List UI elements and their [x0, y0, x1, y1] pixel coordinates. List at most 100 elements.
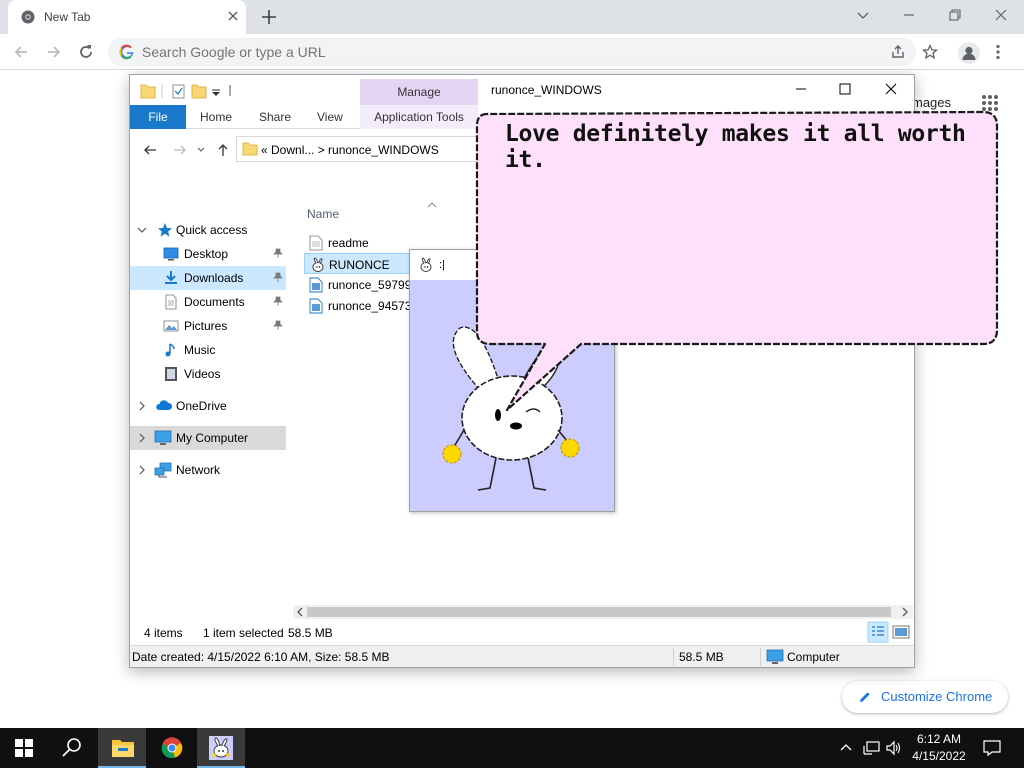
column-header-name[interactable]: Name	[307, 207, 339, 221]
new-tab-button[interactable]	[260, 8, 278, 26]
windows-logo-icon	[15, 739, 33, 757]
start-button[interactable]	[0, 728, 48, 768]
expand-chevron-icon[interactable]	[137, 465, 147, 475]
google-g-icon	[119, 44, 135, 60]
taskbar-runonce[interactable]	[197, 728, 245, 768]
image-file-icon	[309, 298, 323, 314]
chrome-icon	[161, 737, 183, 759]
nav-label: Videos	[184, 367, 221, 381]
pin-icon[interactable]	[273, 248, 283, 258]
expand-chevron-icon[interactable]	[137, 401, 147, 411]
pin-icon[interactable]	[273, 272, 283, 282]
minimize-icon[interactable]	[902, 8, 916, 22]
nav-label: My Computer	[176, 431, 249, 445]
nav-label: Quick access	[176, 223, 248, 237]
file-name: RUNONCE	[329, 258, 390, 272]
tab-application-tools[interactable]: Application Tools	[360, 105, 478, 129]
tab-share[interactable]: Share	[259, 105, 291, 129]
file-name: readme	[328, 236, 369, 250]
computer-icon	[766, 649, 784, 665]
nav-onedrive[interactable]: OneDrive	[130, 394, 286, 418]
profile-avatar-icon[interactable]	[958, 42, 980, 64]
horizontal-scrollbar[interactable]	[293, 605, 913, 619]
bunny-app-icon	[418, 257, 434, 273]
tab-view[interactable]: View	[317, 105, 343, 129]
tab-file[interactable]: File	[130, 105, 186, 129]
up-folder-icon[interactable]	[215, 142, 231, 158]
explorer-minimize-icon[interactable]	[794, 82, 808, 96]
breadcrumb[interactable]: « Downl... > runonce_WINDOWS	[261, 143, 439, 157]
explorer-maximize-icon[interactable]	[838, 82, 852, 96]
nav-network[interactable]: Network	[130, 458, 286, 482]
nav-label: Pictures	[184, 319, 228, 333]
explorer-back-icon[interactable]	[142, 142, 158, 158]
pin-icon[interactable]	[273, 296, 283, 306]
nav-my-computer[interactable]: My Computer	[130, 426, 286, 450]
navigation-pane: Quick access Desktop Downloads Documents…	[130, 210, 292, 610]
omnibox[interactable]	[108, 38, 916, 66]
explorer-window-title: runonce_WINDOWS	[491, 83, 602, 97]
nav-label: Documents	[184, 295, 245, 309]
volume-icon[interactable]	[885, 740, 903, 756]
scroll-left-icon[interactable]	[296, 607, 304, 617]
pin-icon[interactable]	[273, 320, 283, 330]
taskbar-chrome[interactable]	[148, 728, 196, 768]
file-name: runonce_59799...	[328, 278, 410, 292]
close-window-icon[interactable]	[994, 8, 1008, 22]
nav-desktop[interactable]: Desktop	[130, 242, 286, 266]
search-button[interactable]	[48, 728, 96, 768]
sort-up-icon	[427, 201, 437, 209]
manage-contextual-tab[interactable]: Manage	[360, 79, 478, 105]
nav-quick-access[interactable]: Quick access	[130, 218, 286, 242]
customize-chrome-button[interactable]: Customize Chrome	[842, 681, 1008, 713]
show-hidden-icons-chevron-icon[interactable]	[839, 740, 853, 754]
restore-icon[interactable]	[948, 8, 962, 22]
file-details-info: Date created: 4/15/2022 6:10 AM, Size: 5…	[132, 650, 390, 664]
selection-size: 58.5 MB	[288, 626, 333, 640]
computer-icon	[154, 430, 172, 446]
scroll-right-icon[interactable]	[901, 607, 909, 617]
nav-documents[interactable]: Documents	[130, 290, 286, 314]
search-icon	[62, 738, 81, 757]
bookmark-star-icon[interactable]	[922, 44, 938, 60]
taskbar-file-explorer[interactable]	[98, 728, 146, 768]
share-icon[interactable]	[890, 44, 906, 60]
nav-label: Music	[184, 343, 216, 357]
system-clock[interactable]: 6:12 AM 4/15/2022	[905, 731, 973, 765]
nav-label: OneDrive	[176, 399, 227, 413]
omnibox-input[interactable]	[142, 43, 862, 61]
nav-pictures[interactable]: Pictures	[130, 314, 286, 338]
desktop-icon	[163, 246, 179, 262]
network-status-icon[interactable]	[862, 740, 880, 756]
bunny-app-icon	[310, 257, 326, 273]
address-bar[interactable]: « Downl... > runonce_WINDOWS	[236, 136, 480, 162]
documents-icon	[163, 294, 179, 310]
explorer-close-icon[interactable]	[884, 82, 898, 96]
tab-search-icon[interactable]	[856, 8, 870, 22]
scrollbar-thumb[interactable]	[307, 607, 891, 617]
pictures-icon	[163, 318, 179, 334]
nav-label: Desktop	[184, 247, 229, 261]
back-icon[interactable]	[12, 43, 30, 61]
tab-new-tab[interactable]: New Tab	[8, 0, 246, 34]
star-icon	[157, 222, 173, 238]
expand-chevron-icon[interactable]	[137, 433, 147, 443]
file-name: runonce_94573...	[328, 299, 410, 313]
file-explorer-icon	[112, 740, 134, 757]
explorer-forward-icon[interactable]	[172, 142, 188, 158]
forward-icon[interactable]	[45, 43, 63, 61]
bunny-app-icon	[209, 736, 233, 760]
notification-center-icon[interactable]	[983, 739, 1001, 757]
tab-home[interactable]: Home	[200, 105, 232, 129]
expand-chevron-icon[interactable]	[137, 225, 147, 235]
chrome-menu-icon[interactable]	[995, 44, 1001, 60]
nav-music[interactable]: Music	[130, 338, 286, 362]
onedrive-cloud-icon	[155, 398, 173, 412]
nav-downloads[interactable]: Downloads	[130, 266, 286, 290]
nav-videos[interactable]: Videos	[130, 362, 286, 386]
recent-locations-chevron-icon[interactable]	[196, 142, 206, 158]
tab-close-icon[interactable]	[226, 9, 240, 23]
reload-icon[interactable]	[77, 43, 95, 61]
divider	[673, 648, 674, 666]
explorer-title-bar[interactable]: Manage runonce_WINDOWS	[130, 75, 914, 105]
